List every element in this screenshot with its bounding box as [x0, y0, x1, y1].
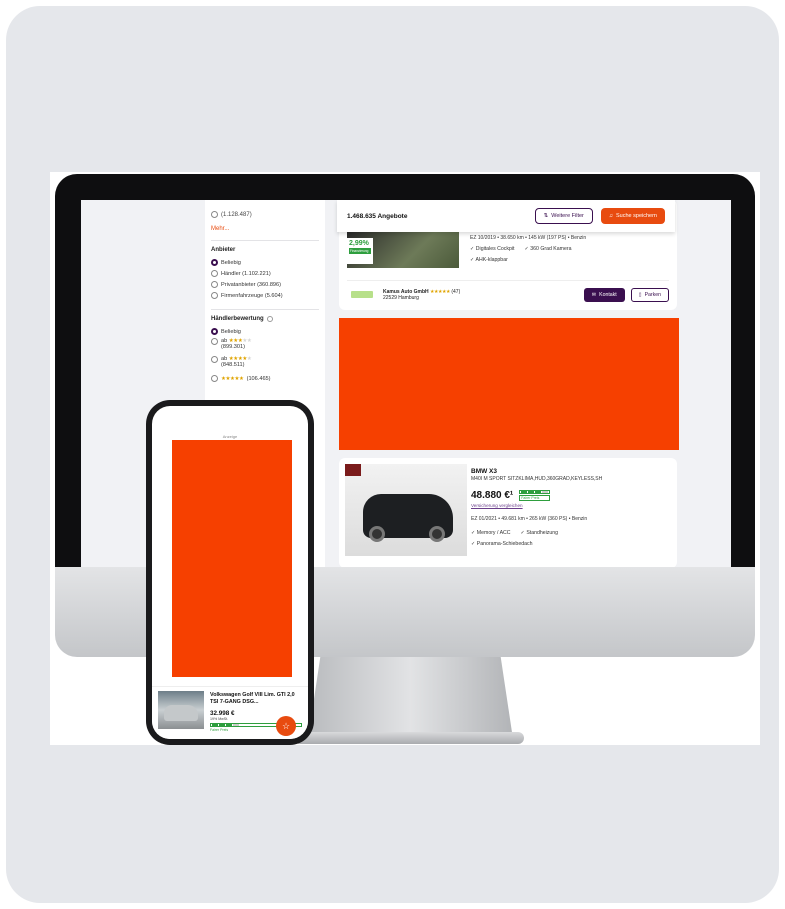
info-icon[interactable]: [266, 316, 273, 322]
contact-button[interactable]: ✉ Kontakt: [583, 287, 625, 302]
feature-item: 360 Grad Kamera: [524, 246, 571, 252]
phone-frame: Anzeige Volkswagen Golf VIII Lim. GTI 2,…: [146, 400, 314, 745]
background-card: (1.128.487) Mehr... Anbieter Beliebig Hä…: [6, 6, 779, 903]
phone-screen: Anzeige Volkswagen Golf VIII Lim. GTI 2,…: [152, 406, 308, 739]
checkbox[interactable]: [211, 211, 218, 218]
feature-list: Panorama-Schiebedach: [471, 541, 602, 547]
anbieter-option[interactable]: Beliebig: [211, 257, 319, 268]
feature-list: Memory / ACC Standheizung: [471, 530, 602, 536]
mail-icon: ✉: [591, 291, 597, 298]
radio-button[interactable]: [211, 292, 218, 299]
rating-option[interactable]: ab ★★★★★ (848.511): [211, 355, 319, 373]
feature-item: Memory / ACC: [471, 530, 511, 536]
rating-option[interactable]: ★★★★★ (106.465): [211, 373, 319, 384]
bell-icon: ♫: [608, 213, 614, 219]
ad-banner[interactable]: [172, 440, 292, 677]
save-search-button[interactable]: ♫ Suche speichern: [600, 208, 665, 224]
divider: [211, 309, 319, 310]
listing-card[interactable]: Volkswagen Golf VIII Lim. GTI 2,0 TSI 7-…: [152, 686, 308, 739]
star-rating-icon: ★★★★★: [221, 375, 244, 382]
rating-option[interactable]: ab ★★★★★ (899.301): [211, 337, 319, 355]
park-button[interactable]: ▯ Parken: [630, 287, 669, 302]
anbieter-option[interactable]: Händler (1.102.221): [211, 268, 319, 279]
feature-list: Digitales Cockpit 360 Grad Kamera: [470, 246, 586, 252]
anbieter-heading: Anbieter: [211, 247, 236, 253]
dealer-row: Kamus Auto GmbH ★★★★★ (47) 22529 Hamburg…: [347, 280, 669, 302]
radio-button[interactable]: [211, 259, 218, 266]
listing-details: BMW X3 M40I M SPORT SITZKLIMA,HUD,360GRA…: [471, 468, 602, 547]
dealer-logo: [351, 291, 373, 298]
ad-label: Anzeige: [222, 434, 238, 439]
filter-icon: ⇅: [543, 213, 549, 219]
listing-price: 48.880 €¹ Fairer Preis: [471, 490, 602, 501]
divider: [211, 240, 319, 241]
radio-button[interactable]: [211, 328, 218, 335]
radio-button[interactable]: [211, 375, 218, 382]
results-header: 1.468.635 Angebote ⇅ Weitere Filter ♫ Such…: [337, 200, 675, 232]
listing-specs: EZ 10/2019 • 38.650 km • 145 kW (197 PS)…: [470, 235, 586, 263]
car-image[interactable]: [158, 691, 204, 729]
wheel: [429, 526, 445, 542]
star-icon[interactable]: ☆: [276, 716, 296, 736]
bookmark-icon: ▯: [638, 291, 642, 298]
rating-option[interactable]: Beliebig: [211, 326, 319, 337]
listing-card[interactable]: BMW X3 M40I M SPORT SITZKLIMA,HUD,360GRA…: [339, 458, 677, 567]
device-mockup: (1.128.487) Mehr... Anbieter Beliebig Hä…: [50, 172, 760, 745]
filter-option-cut[interactable]: (1.128.487): [211, 202, 319, 218]
radio-button[interactable]: [211, 281, 218, 288]
radio-button[interactable]: [211, 356, 218, 363]
car-image[interactable]: 2,99% Finanzierung: [347, 232, 459, 268]
car-image[interactable]: [345, 464, 467, 556]
price-rating: Fairer Preis: [519, 490, 551, 501]
feature-item: Digitales Cockpit: [470, 246, 515, 252]
anbieter-option[interactable]: Firmenfahrzeuge (5.604): [211, 290, 319, 301]
radio-button[interactable]: [211, 270, 218, 277]
radio-button[interactable]: [211, 338, 218, 345]
listing-title[interactable]: BMW X3: [471, 468, 602, 475]
filter-option-label: (1.128.487): [221, 212, 252, 218]
wheel: [369, 526, 385, 542]
listing-specs: EZ 01/2021 • 49.681 km • 265 kW (360 PS)…: [471, 516, 588, 522]
listing-title[interactable]: Volkswagen Golf VIII Lim. GTI 2,0 TSI 7-…: [210, 692, 302, 706]
insurance-link[interactable]: Versicherung vergleichen: [471, 503, 602, 508]
monitor-stand-base: [294, 732, 524, 744]
feature-item: Panorama-Schiebedach: [471, 541, 533, 547]
dealer-info[interactable]: Kamus Auto GmbH ★★★★★ (47) 22529 Hamburg: [383, 289, 584, 301]
feature-item: AHK-klappbar: [470, 257, 508, 263]
car-silhouette: [164, 705, 198, 721]
financing-badge: 2,99% Finanzierung: [347, 238, 373, 264]
listing-subtitle: M40I M SPORT SITZKLIMA,HUD,360GRAD,KEYLE…: [471, 476, 603, 482]
haendlerbewertung-heading: Händlerbewertung: [211, 316, 319, 322]
ad-banner[interactable]: [339, 318, 679, 450]
dealer-logo: [345, 464, 361, 476]
results-count: 1.468.635 Angebote: [347, 212, 408, 220]
more-filters-button[interactable]: ⇅ Weitere Filter: [534, 208, 593, 224]
monitor-stand: [308, 657, 513, 739]
anbieter-option[interactable]: Privatanbieter (360.896): [211, 279, 319, 290]
more-link[interactable]: Mehr...: [211, 226, 319, 232]
feature-list: AHK-klappbar: [470, 257, 586, 263]
star-rating-icon: ★★★★★: [430, 288, 450, 295]
feature-item: Standheizung: [521, 530, 558, 536]
